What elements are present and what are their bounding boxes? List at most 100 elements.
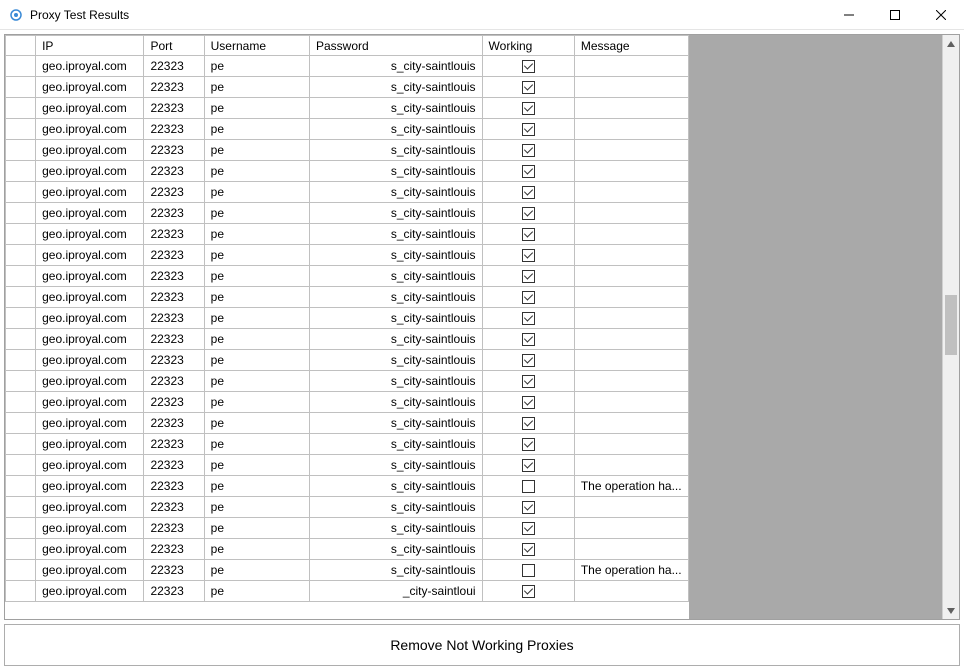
row-selector-cell[interactable] <box>6 119 36 140</box>
password-cell[interactable]: _city-saintloui <box>309 581 482 602</box>
message-cell[interactable] <box>574 287 688 308</box>
row-selector-cell[interactable] <box>6 224 36 245</box>
username-cell[interactable]: pe <box>204 350 309 371</box>
port-cell[interactable]: 22323 <box>144 413 204 434</box>
row-selector-cell[interactable] <box>6 560 36 581</box>
working-cell[interactable] <box>482 581 574 602</box>
username-cell[interactable]: pe <box>204 182 309 203</box>
working-checkbox[interactable] <box>522 333 535 346</box>
working-cell[interactable] <box>482 56 574 77</box>
ip-cell[interactable]: geo.iproyal.com <box>36 392 144 413</box>
port-cell[interactable]: 22323 <box>144 56 204 77</box>
username-cell[interactable]: pe <box>204 203 309 224</box>
row-selector-cell[interactable] <box>6 350 36 371</box>
working-checkbox[interactable] <box>522 207 535 220</box>
working-checkbox[interactable] <box>522 81 535 94</box>
password-cell[interactable]: s_city-saintlouis <box>309 119 482 140</box>
working-cell[interactable] <box>482 308 574 329</box>
row-selector-cell[interactable] <box>6 56 36 77</box>
column-header-username[interactable]: Username <box>204 36 309 56</box>
password-cell[interactable]: s_city-saintlouis <box>309 245 482 266</box>
password-cell[interactable]: s_city-saintlouis <box>309 560 482 581</box>
ip-cell[interactable]: geo.iproyal.com <box>36 287 144 308</box>
message-cell[interactable] <box>574 455 688 476</box>
table-row[interactable]: geo.iproyal.com22323pes_city-saintlouis <box>6 497 689 518</box>
column-header-working[interactable]: Working <box>482 36 574 56</box>
message-cell[interactable] <box>574 203 688 224</box>
port-cell[interactable]: 22323 <box>144 329 204 350</box>
working-cell[interactable] <box>482 329 574 350</box>
working-checkbox[interactable] <box>522 270 535 283</box>
working-cell[interactable] <box>482 287 574 308</box>
table-row[interactable]: geo.iproyal.com22323pes_city-saintlouisT… <box>6 476 689 497</box>
row-selector-cell[interactable] <box>6 140 36 161</box>
ip-cell[interactable]: geo.iproyal.com <box>36 266 144 287</box>
table-row[interactable]: geo.iproyal.com22323pes_city-saintlouis <box>6 98 689 119</box>
password-cell[interactable]: s_city-saintlouis <box>309 455 482 476</box>
port-cell[interactable]: 22323 <box>144 203 204 224</box>
working-cell[interactable] <box>482 518 574 539</box>
working-cell[interactable] <box>482 98 574 119</box>
username-cell[interactable]: pe <box>204 413 309 434</box>
table-row[interactable]: geo.iproyal.com22323pes_city-saintlouis <box>6 119 689 140</box>
message-cell[interactable] <box>574 266 688 287</box>
column-header-password[interactable]: Password <box>309 36 482 56</box>
minimize-button[interactable] <box>826 0 872 29</box>
port-cell[interactable]: 22323 <box>144 350 204 371</box>
row-selector-cell[interactable] <box>6 476 36 497</box>
ip-cell[interactable]: geo.iproyal.com <box>36 308 144 329</box>
working-cell[interactable] <box>482 119 574 140</box>
username-cell[interactable]: pe <box>204 539 309 560</box>
working-cell[interactable] <box>482 539 574 560</box>
table-row[interactable]: geo.iproyal.com22323pes_city-saintlouis <box>6 434 689 455</box>
working-checkbox[interactable] <box>522 480 535 493</box>
working-cell[interactable] <box>482 560 574 581</box>
working-cell[interactable] <box>482 350 574 371</box>
close-button[interactable] <box>918 0 964 29</box>
ip-cell[interactable]: geo.iproyal.com <box>36 350 144 371</box>
ip-cell[interactable]: geo.iproyal.com <box>36 518 144 539</box>
port-cell[interactable]: 22323 <box>144 392 204 413</box>
username-cell[interactable]: pe <box>204 308 309 329</box>
username-cell[interactable]: pe <box>204 266 309 287</box>
working-cell[interactable] <box>482 434 574 455</box>
message-cell[interactable] <box>574 308 688 329</box>
row-selector-cell[interactable] <box>6 308 36 329</box>
port-cell[interactable]: 22323 <box>144 119 204 140</box>
password-cell[interactable]: s_city-saintlouis <box>309 266 482 287</box>
working-checkbox[interactable] <box>522 102 535 115</box>
password-cell[interactable]: s_city-saintlouis <box>309 539 482 560</box>
ip-cell[interactable]: geo.iproyal.com <box>36 497 144 518</box>
working-cell[interactable] <box>482 497 574 518</box>
message-cell[interactable] <box>574 77 688 98</box>
message-cell[interactable] <box>574 371 688 392</box>
row-selector-cell[interactable] <box>6 203 36 224</box>
table-row[interactable]: geo.iproyal.com22323pe_city-saintloui <box>6 581 689 602</box>
working-cell[interactable] <box>482 371 574 392</box>
port-cell[interactable]: 22323 <box>144 266 204 287</box>
password-cell[interactable]: s_city-saintlouis <box>309 287 482 308</box>
port-cell[interactable]: 22323 <box>144 518 204 539</box>
password-cell[interactable]: s_city-saintlouis <box>309 476 482 497</box>
username-cell[interactable]: pe <box>204 245 309 266</box>
password-cell[interactable]: s_city-saintlouis <box>309 77 482 98</box>
table-row[interactable]: geo.iproyal.com22323pes_city-saintlouis <box>6 539 689 560</box>
row-selector-cell[interactable] <box>6 329 36 350</box>
table-row[interactable]: geo.iproyal.com22323pes_city-saintlouis <box>6 371 689 392</box>
working-checkbox[interactable] <box>522 186 535 199</box>
working-cell[interactable] <box>482 161 574 182</box>
message-cell[interactable] <box>574 140 688 161</box>
password-cell[interactable]: s_city-saintlouis <box>309 182 482 203</box>
column-header-ip[interactable]: IP <box>36 36 144 56</box>
row-selector-cell[interactable] <box>6 392 36 413</box>
username-cell[interactable]: pe <box>204 497 309 518</box>
password-cell[interactable]: s_city-saintlouis <box>309 98 482 119</box>
table-row[interactable]: geo.iproyal.com22323pes_city-saintlouis <box>6 392 689 413</box>
table-row[interactable]: geo.iproyal.com22323pes_city-saintlouis <box>6 203 689 224</box>
table-row[interactable]: geo.iproyal.com22323pes_city-saintlouis <box>6 245 689 266</box>
working-checkbox[interactable] <box>522 354 535 367</box>
password-cell[interactable]: s_city-saintlouis <box>309 434 482 455</box>
working-checkbox[interactable] <box>522 543 535 556</box>
username-cell[interactable]: pe <box>204 329 309 350</box>
password-cell[interactable]: s_city-saintlouis <box>309 140 482 161</box>
